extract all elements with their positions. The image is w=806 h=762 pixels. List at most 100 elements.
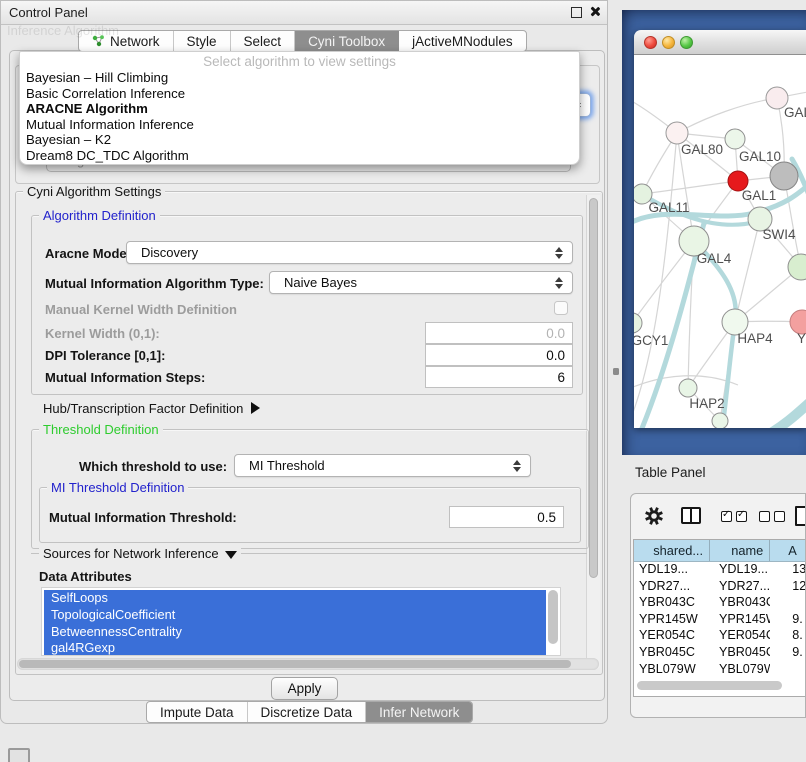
horizontal-scrollbar-thumb[interactable] [19,660,571,668]
sources-title-label: Sources for Network Inference [43,546,219,561]
tab-label: Discretize Data [261,705,353,720]
tab-label: jActiveMNodules [412,34,513,49]
column-header[interactable]: name [710,540,770,561]
float-window-icon[interactable] [571,7,582,18]
manual-kernel-checkbox[interactable] [554,301,568,315]
tab-impute-data[interactable]: Impute Data [147,702,248,722]
attribute-list-item[interactable]: SelfLoops [44,590,546,607]
attribute-list-item[interactable]: TopologicalCoefficient [44,607,546,624]
dropdown-item[interactable]: Mutual Information Inference [25,117,574,133]
tab-network[interactable]: Network [79,31,174,51]
network-edge [634,133,677,425]
kernel-width-value: 0.0 [546,326,565,341]
threshold-definition-title: Threshold Definition [39,422,163,437]
close-icon[interactable] [589,6,600,17]
new-table-icon[interactable] [795,506,806,526]
table-cell: 9. [770,611,806,628]
select-all-checkboxes-icon[interactable] [721,511,732,522]
network-node[interactable] [679,379,697,397]
mi-steps-value: 6 [557,370,565,385]
tab-cyni-toolbox[interactable]: Cyni Toolbox [295,31,399,51]
zoom-traffic-light-icon[interactable] [680,36,693,49]
horizontal-scrollbar[interactable] [17,658,599,670]
deselect-all-checkboxes-icon[interactable] [759,511,770,522]
column-header[interactable]: A [770,540,806,561]
network-edge [677,98,777,133]
combo-arrows-icon [512,459,521,473]
gear-icon[interactable] [643,505,665,527]
attribute-list-item[interactable]: gal4RGexp [44,640,546,656]
manual-kernel-label: Manual Kernel Width Definition [45,302,237,317]
table-row[interactable]: YER054CYER054C8. [634,627,806,644]
aracne-mode-combobox[interactable]: Discovery [126,241,573,264]
cyni-group-title: Cyni Algorithm Settings [23,184,165,199]
minimize-traffic-light-icon[interactable] [662,36,675,49]
table-row[interactable]: YDL19...YDL19...13 [634,561,806,578]
table-cell: YBR045C [710,644,770,661]
table-cell: 12 [770,578,806,595]
table-row[interactable]: YBR045CYBR045C9. [634,644,806,661]
hub-definition-toggle[interactable]: Hub/Transcription Factor Definition [43,401,260,416]
tab-jactivemnodules[interactable]: jActiveMNodules [399,31,526,51]
table-cell: YBR045C [634,644,710,661]
tab-discretize-data[interactable]: Discretize Data [248,702,367,722]
scrollbar-thumb[interactable] [589,198,598,578]
table-row[interactable]: YBR043CYBR043C [634,594,806,611]
dropdown-item[interactable]: Bayesian – Hill Climbing [25,70,574,86]
table-row[interactable]: YPR145WYPR145W9. [634,611,806,628]
dpi-tolerance-input[interactable]: 0.0 [425,344,573,366]
select-all-checkboxes-icon[interactable] [736,511,747,522]
table-cell: YBR043C [710,594,770,611]
mi-steps-input[interactable]: 6 [425,366,573,388]
dropdown-item[interactable]: Bayesian – K2 [25,132,574,148]
network-edge [642,181,738,194]
table-row[interactable]: YDR27...YDR27...12 [634,578,806,595]
network-edge-thick [764,395,806,428]
network-canvas[interactable]: GALGAL80GAL10GAL1GAL11SWI4GAL4GCY1HAP4YH… [634,55,806,428]
kernel-width-input[interactable]: 0.0 [425,322,573,344]
column-header[interactable]: shared... [634,540,710,561]
sources-toggle[interactable]: Sources for Network Inference [39,546,241,561]
table-horizontal-scrollbar-thumb[interactable] [637,681,782,690]
mi-threshold-input[interactable]: 0.5 [449,506,564,528]
close-traffic-light-icon[interactable] [644,36,657,49]
dropdown-item[interactable]: Dream8 DC_TDC Algorithm [25,148,574,164]
table-cell: 8. [770,627,806,644]
table-row[interactable]: YLR345WYLR345W9. [634,677,806,679]
tab-label: Cyni Toolbox [308,34,385,49]
node-label: GAL11 [648,200,689,215]
minimized-panel-icon[interactable] [8,748,30,762]
node-label: GAL80 [681,142,723,157]
attribute-list-item[interactable]: BetweennessCentrality [44,624,546,641]
network-window-titlebar[interactable] [634,30,806,55]
table-panel: shared...nameA YDL19...YDL19...13YDR27..… [630,493,806,718]
dropdown-item[interactable]: Basic Correlation Inference [25,86,574,102]
dropdown-item[interactable]: ARACNE Algorithm [25,101,574,117]
network-node[interactable] [725,129,745,149]
table-header: shared...nameA [634,540,806,562]
tab-select[interactable]: Select [231,31,296,51]
table-cell: YDL19... [634,561,710,578]
mi-type-combobox[interactable]: Naive Bayes [269,271,573,294]
control-panel-tabs: NetworkStyleSelect Cyni Toolbox jActiveMNo… [78,30,527,52]
attributes-list-scrollbar-thumb[interactable] [548,590,558,644]
node-label: HAP2 [689,396,724,411]
apply-button[interactable]: Apply [271,677,338,700]
tab-style[interactable]: Style [174,31,231,51]
tab-infer-network[interactable]: Infer Network [366,702,472,722]
network-node[interactable] [666,122,688,144]
deselect-all-checkboxes-icon[interactable] [774,511,785,522]
which-threshold-combobox[interactable]: MI Threshold [234,454,531,477]
table-row[interactable]: YBL079WYBL079W [634,661,806,678]
which-threshold-value: MI Threshold [249,458,325,473]
data-attributes-list[interactable]: SelfLoopsTopologicalCoefficientBetweenne… [41,587,561,656]
network-node[interactable] [634,313,642,333]
table-cell: 9. [770,644,806,661]
control-panel-titlebar: Control Panel [1,1,607,25]
splitter-handle[interactable] [613,368,619,375]
split-columns-icon[interactable] [681,507,701,524]
network-view-window[interactable]: GALGAL80GAL10GAL1GAL11SWI4GAL4GCY1HAP4YH… [634,30,806,428]
data-attributes-label: Data Attributes [39,569,132,584]
network-node[interactable] [770,162,798,190]
network-node[interactable] [712,413,728,428]
